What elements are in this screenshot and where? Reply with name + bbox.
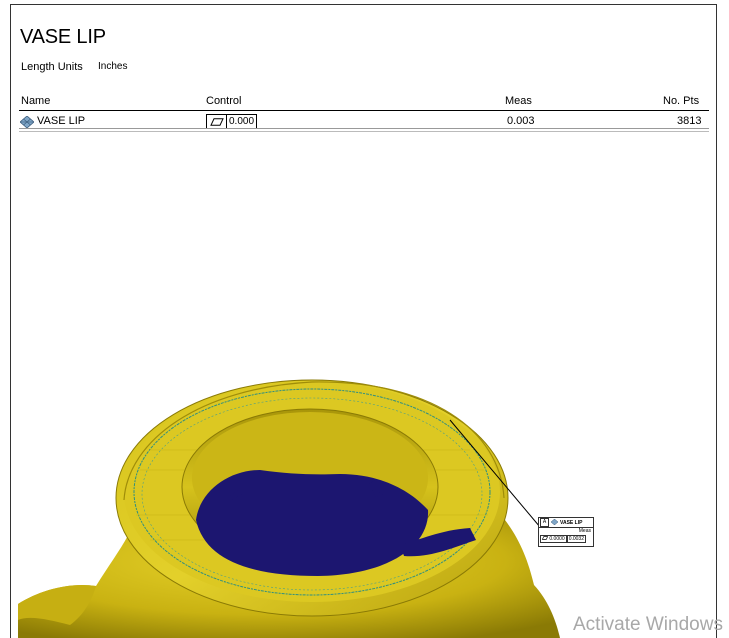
flatness-icon bbox=[541, 536, 549, 540]
callout-control-value: 0.0000 bbox=[549, 536, 565, 542]
feature-plane-icon bbox=[550, 518, 559, 527]
activate-windows-watermark: Activate Windows bbox=[573, 614, 723, 635]
vase-3d-view[interactable] bbox=[0, 0, 729, 638]
feature-callout[interactable]: A VASE LIP Meas 0.0000 0.0032 bbox=[538, 517, 594, 547]
callout-meas-label: Meas bbox=[578, 528, 591, 534]
callout-meas-value: 0.0032 bbox=[566, 535, 586, 543]
callout-control: 0.0000 bbox=[540, 535, 567, 543]
callout-label: A bbox=[540, 518, 549, 527]
callout-name: VASE LIP bbox=[560, 519, 583, 526]
